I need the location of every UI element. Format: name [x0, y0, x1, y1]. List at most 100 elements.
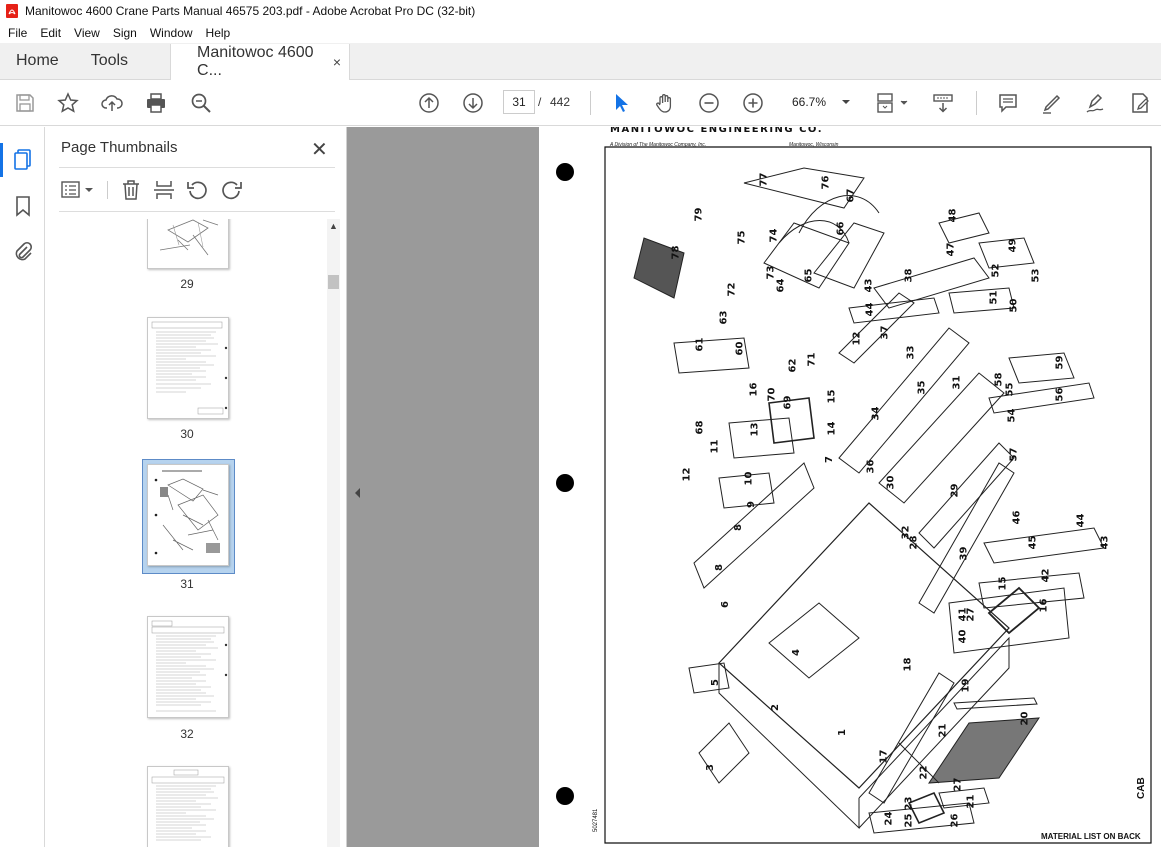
tab-tools[interactable]: Tools [75, 43, 144, 79]
part-label: 7 [823, 456, 835, 463]
part-label: 15 [997, 576, 1009, 591]
window-title: Manitowoc 4600 Crane Parts Manual 46575 … [25, 4, 476, 18]
extract-pages-icon[interactable] [153, 179, 175, 201]
scroll-mode-icon[interactable] [931, 91, 955, 115]
upload-icon[interactable] [100, 91, 124, 115]
pdf-page: MANITOWOC ENGINEERING CO. A Division of … [539, 127, 1161, 847]
scrollbar-thumb[interactable] [328, 275, 339, 289]
menu-edit[interactable]: Edit [35, 26, 66, 40]
sign-icon[interactable] [1084, 91, 1108, 115]
tab-document[interactable]: Manitowoc 4600 C... × [170, 44, 351, 80]
menu-view[interactable]: View [69, 26, 105, 40]
part-label: 13 [749, 422, 761, 437]
thumbnail-drawing [159, 219, 219, 256]
hand-icon[interactable] [653, 91, 677, 115]
print-icon[interactable] [144, 91, 168, 115]
thumbnail-page-29[interactable] [147, 219, 229, 269]
thumbnail-options-icon[interactable] [61, 180, 97, 200]
edit-pdf-icon[interactable] [1128, 91, 1152, 115]
current-page-input[interactable]: 31 [503, 90, 535, 114]
part-label: 33 [905, 345, 917, 360]
part-label: 70 [766, 387, 778, 402]
part-label: 76 [820, 175, 832, 190]
part-label: 26 [949, 813, 961, 828]
part-label: 73 [765, 265, 777, 280]
zoom-out-icon[interactable] [697, 91, 721, 115]
part-label: 21 [937, 723, 949, 738]
part-label: 31 [951, 375, 963, 390]
part-label: 75 [736, 230, 748, 245]
attachment-icon[interactable] [11, 240, 35, 264]
part-label: 8 [713, 564, 725, 571]
tab-bar: Home Tools Manitowoc 4600 C... × [0, 43, 1161, 80]
part-label: 69 [782, 395, 794, 410]
part-label: 40 [957, 629, 969, 644]
menu-sign[interactable]: Sign [108, 26, 142, 40]
part-label: 14 [826, 421, 838, 436]
part-label: 68 [694, 420, 706, 435]
part-label: 74 [768, 228, 780, 243]
comment-icon[interactable] [996, 91, 1020, 115]
thumbnail-page-31[interactable] [147, 464, 229, 566]
part-number-labels: 1 2 3 4 5 6 7 8 8 9 10 11 12 12 13 14 15… [539, 127, 1161, 847]
part-label: 3 [704, 764, 716, 771]
menu-file[interactable]: File [3, 26, 32, 40]
part-label: 45 [1027, 535, 1039, 550]
part-label: 47 [945, 242, 957, 257]
rotate-left-icon[interactable] [186, 179, 208, 201]
page-separator: / [538, 95, 542, 109]
menu-window[interactable]: Window [145, 26, 198, 40]
part-label: 22 [918, 765, 930, 780]
zoom-dropdown[interactable]: 66.7% [783, 90, 855, 114]
part-label: 43 [1099, 535, 1111, 550]
thumbnail-page-33[interactable] [147, 766, 229, 847]
menu-help[interactable]: Help [201, 26, 236, 40]
part-label: 60 [734, 341, 746, 356]
zoom-in-icon[interactable] [741, 91, 765, 115]
zoom-value: 66.7% [792, 95, 827, 109]
thumbnail-scrollbar[interactable]: ▲ [327, 219, 340, 847]
left-rail [0, 127, 45, 847]
page-side-code: CAB [1136, 777, 1147, 799]
part-label: 8 [732, 524, 744, 531]
part-label: 72 [726, 282, 738, 297]
bookmark-star-icon[interactable] [56, 91, 80, 115]
tab-home[interactable]: Home [0, 43, 75, 79]
page-thumbnails-icon[interactable] [11, 147, 35, 171]
part-label: 12 [851, 331, 863, 346]
part-label: 51 [988, 290, 1000, 305]
part-label: 62 [787, 358, 799, 373]
page-footer-note: MATERIAL LIST ON BACK [1041, 832, 1141, 841]
thumbnail-page-30[interactable] [147, 317, 229, 419]
bookmark-icon[interactable] [11, 194, 35, 218]
part-label: 67 [845, 188, 857, 203]
part-label: 46 [1011, 510, 1023, 525]
chevron-down-icon [842, 100, 850, 104]
part-label: 44 [864, 302, 876, 317]
part-label: 18 [902, 657, 914, 672]
part-label: 34 [870, 406, 882, 421]
part-label: 38 [903, 268, 915, 283]
page-down-icon[interactable] [461, 91, 485, 115]
page-fit-icon[interactable] [875, 91, 911, 115]
thumbnail-label-31: 31 [180, 577, 194, 591]
rotate-right-icon[interactable] [221, 179, 243, 201]
thumbnail-page-32[interactable] [147, 616, 229, 718]
close-icon[interactable]: ✕ [311, 137, 328, 162]
highlight-icon[interactable] [1040, 91, 1064, 115]
delete-page-icon[interactable] [120, 179, 142, 201]
part-label: 21 [965, 794, 977, 809]
save-icon[interactable] [13, 91, 37, 115]
tab-close-icon[interactable]: × [333, 54, 341, 70]
part-label: 52 [990, 263, 1002, 278]
part-label: 61 [694, 337, 706, 352]
zoom-search-icon[interactable] [189, 91, 213, 115]
scroll-up-arrow-icon[interactable]: ▲ [327, 221, 340, 233]
collapse-panel-icon[interactable] [352, 482, 362, 504]
part-label: 17 [878, 749, 890, 764]
part-label: 56 [1054, 387, 1066, 402]
thumbnail-label-29: 29 [180, 277, 194, 291]
part-label: 49 [1007, 238, 1019, 253]
select-arrow-icon[interactable] [609, 91, 633, 115]
page-up-icon[interactable] [417, 91, 441, 115]
